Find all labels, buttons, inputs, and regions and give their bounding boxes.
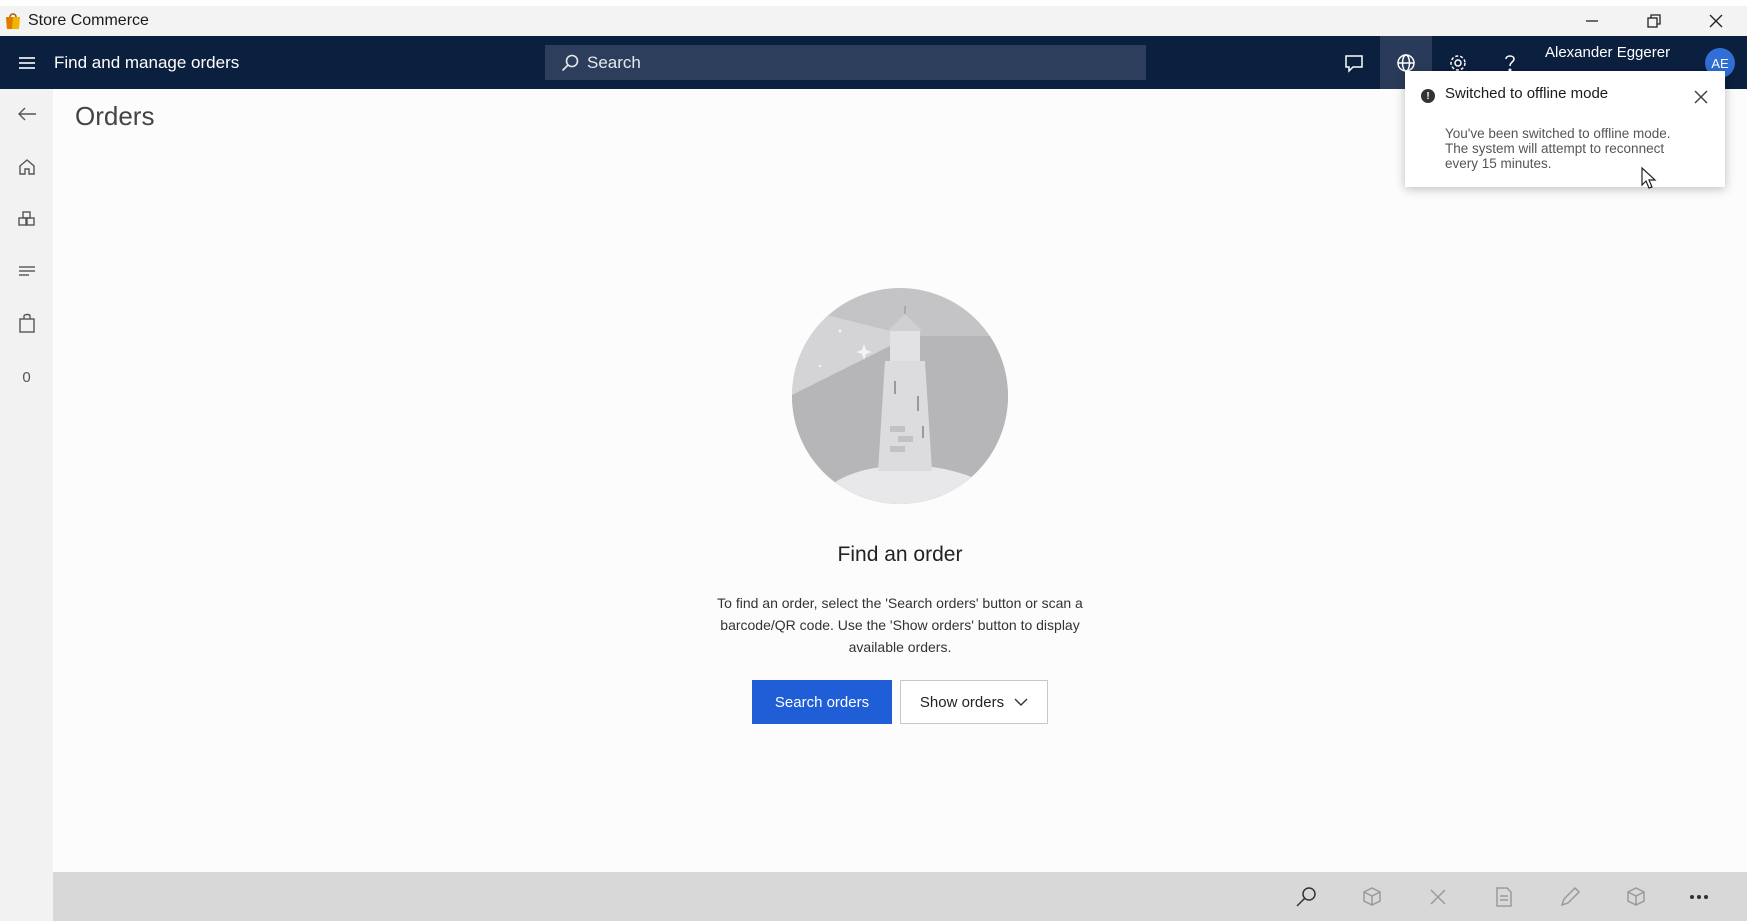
search-input[interactable]: Search: [545, 45, 1146, 80]
more-options-button[interactable]: [1675, 872, 1723, 921]
package-button[interactable]: [1612, 872, 1660, 921]
search-icon: [1296, 886, 1316, 907]
offline-notification: ! Switched to offline mode You've been s…: [1405, 71, 1725, 187]
cancel-button[interactable]: [1414, 872, 1462, 921]
help-icon: [1505, 54, 1515, 72]
notification-body: You've been switched to offline mode. Th…: [1445, 126, 1671, 171]
rail-item-cart[interactable]: [0, 303, 53, 343]
rail-item-products[interactable]: [0, 199, 53, 239]
main-content: Orders Find an order To find an order, s…: [53, 89, 1747, 872]
show-orders-button[interactable]: Show orders: [900, 680, 1048, 724]
back-button[interactable]: [0, 94, 53, 134]
hamburger-menu-button[interactable]: [0, 36, 54, 89]
app-title: Store Commerce: [28, 12, 149, 29]
show-orders-label: Show orders: [919, 693, 1005, 711]
close-icon: [1709, 14, 1723, 28]
page-heading: Find and manage orders: [54, 52, 240, 72]
restore-icon: [1647, 14, 1661, 28]
shopping-bag-icon: [18, 313, 35, 333]
page-title: Orders: [75, 101, 155, 131]
left-navigation-rail: 0: [0, 89, 53, 921]
lighthouse-illustration: [792, 288, 1008, 504]
edit-button[interactable]: [1546, 872, 1594, 921]
package-icon: [1627, 886, 1645, 906]
store-bag-icon: [6, 13, 20, 29]
menu-lines-icon: [18, 266, 35, 276]
mouse-cursor-icon: [1641, 166, 1657, 189]
globe-icon: [1397, 53, 1415, 72]
info-icon: !: [1421, 89, 1435, 103]
minimize-button[interactable]: [1561, 6, 1623, 36]
search-orders-button[interactable]: Search orders: [752, 680, 892, 724]
chevron-down-icon: [1014, 698, 1028, 706]
close-window-button[interactable]: [1685, 6, 1747, 36]
hamburger-icon: [19, 56, 35, 69]
edit-icon: [1560, 886, 1581, 906]
restore-button[interactable]: [1623, 6, 1685, 36]
document-button[interactable]: [1480, 872, 1528, 921]
close-icon: [1694, 90, 1708, 104]
bottom-app-bar: [53, 872, 1747, 921]
close-notification-button[interactable]: [1691, 87, 1711, 107]
empty-state-title: Find an order: [837, 543, 963, 566]
search-icon: [561, 54, 579, 71]
user-name[interactable]: Alexander Eggerer: [1545, 44, 1670, 61]
empty-state-description: To find an order, select the 'Search ord…: [717, 595, 1083, 655]
add-package-button[interactable]: [1348, 872, 1396, 921]
search-placeholder: Search: [587, 52, 641, 72]
more-icon: [1689, 894, 1709, 899]
home-icon: [18, 159, 35, 175]
back-arrow-icon: [17, 107, 36, 121]
gear-icon: [1450, 54, 1466, 71]
search-app-bar-button[interactable]: [1282, 872, 1330, 921]
notification-title: Switched to offline mode: [1445, 85, 1609, 102]
rail-item-menu[interactable]: [0, 251, 53, 291]
cancel-icon: [1430, 888, 1446, 905]
rail-item-home[interactable]: [0, 147, 53, 187]
cart-count[interactable]: 0: [0, 357, 53, 397]
document-icon: [1496, 886, 1512, 907]
chat-icon: [1345, 54, 1363, 73]
window-title-bar: Store Commerce: [0, 6, 1747, 36]
chat-button[interactable]: [1328, 36, 1380, 89]
add-package-icon: [1363, 886, 1381, 906]
minimize-icon: [1586, 20, 1598, 22]
products-icon: [17, 211, 35, 226]
